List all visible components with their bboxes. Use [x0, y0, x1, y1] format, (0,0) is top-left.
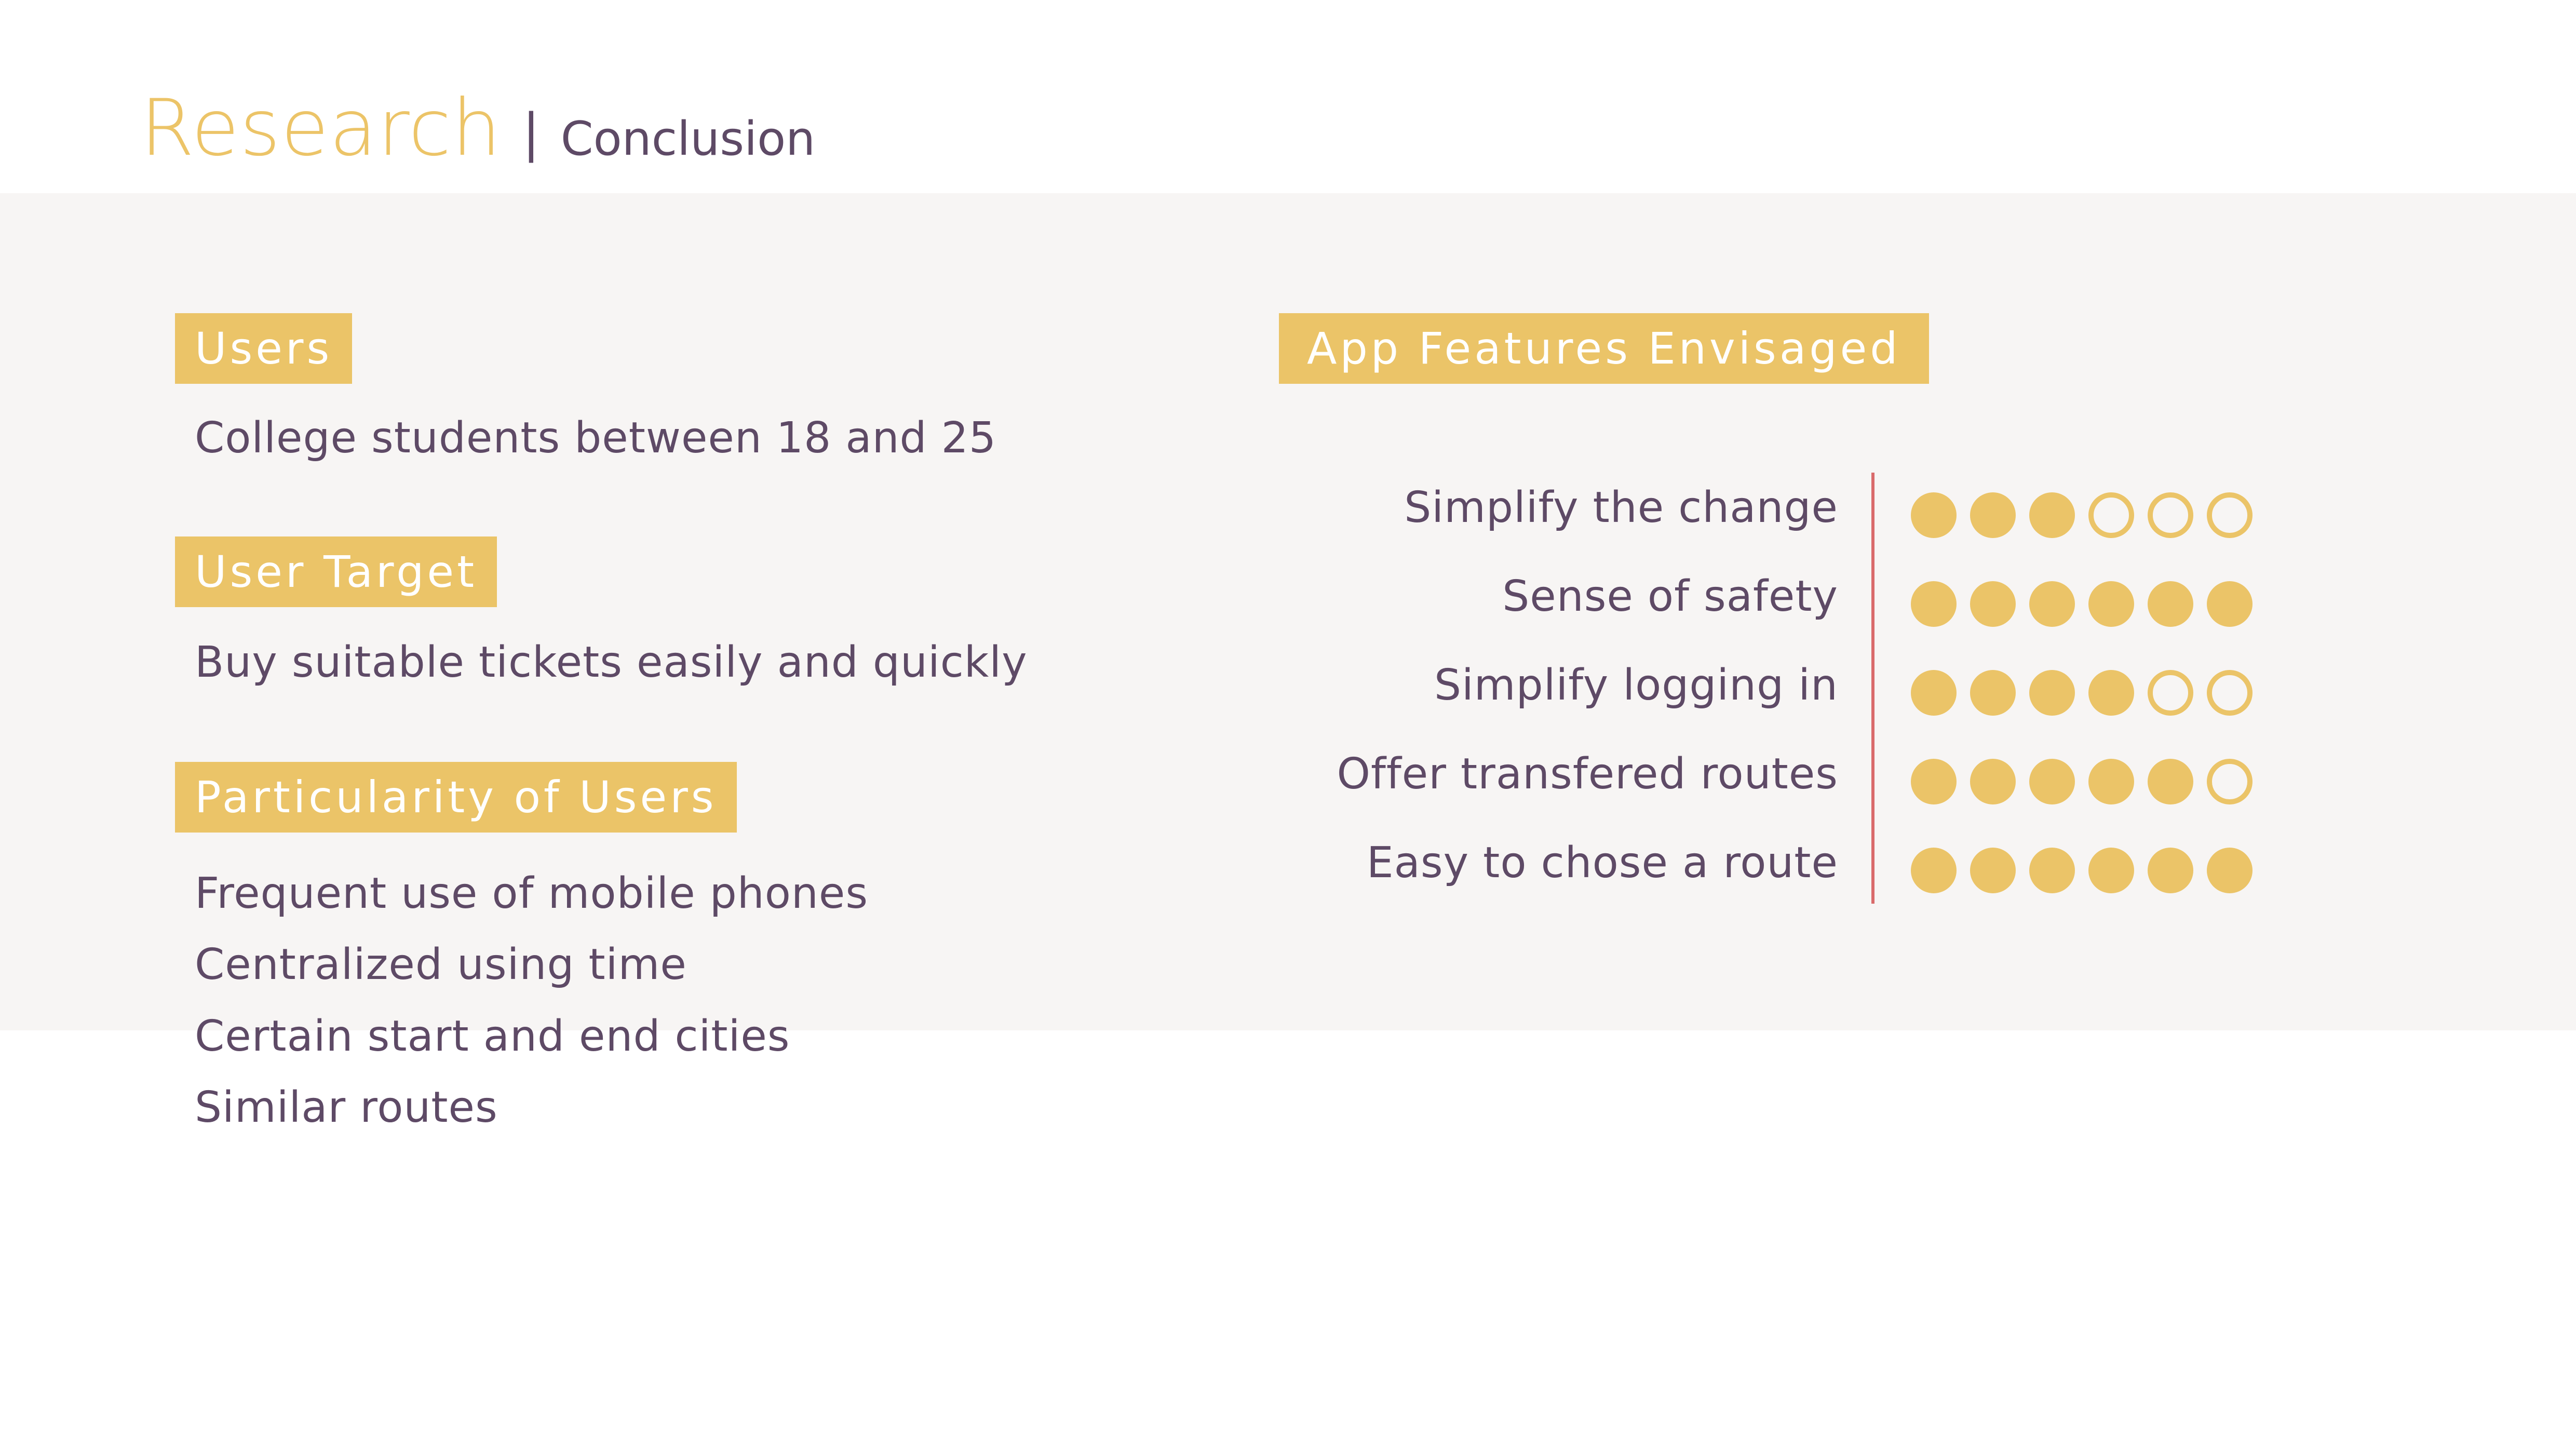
feature-rating — [1911, 848, 2253, 893]
particularity-tag: Particularity of Users — [175, 762, 737, 833]
particularity-item: Centralized using time — [195, 940, 687, 989]
filled-circle-icon — [1970, 670, 2016, 716]
filled-circle-icon — [2088, 670, 2134, 716]
filled-circle-icon — [1970, 581, 2016, 627]
filled-circle-icon — [2029, 670, 2075, 716]
feature-row: Sense of safety — [1298, 561, 2389, 650]
hollow-circle-icon — [2088, 492, 2134, 538]
filled-circle-icon — [2148, 581, 2193, 627]
hollow-circle-icon — [2207, 492, 2253, 538]
filled-circle-icon — [1911, 848, 1957, 893]
features-tag: App Features Envisaged — [1279, 313, 1929, 384]
particularity-item: Certain start and end cities — [195, 1012, 790, 1061]
particularity-item: Similar routes — [195, 1083, 498, 1132]
filled-circle-icon — [2207, 581, 2253, 627]
filled-circle-icon — [1911, 670, 1957, 716]
users-text: College students between 18 and 25 — [195, 413, 996, 463]
feature-row: Offer transfered routes — [1298, 739, 2389, 827]
feature-label: Offer transfered routes — [1337, 749, 1838, 799]
title-separator: | — [522, 102, 540, 163]
filled-circle-icon — [2029, 492, 2075, 538]
filled-circle-icon — [2029, 581, 2075, 627]
feature-label: Simplify logging in — [1434, 661, 1838, 710]
filled-circle-icon — [2088, 848, 2134, 893]
filled-circle-icon — [2088, 581, 2134, 627]
filled-circle-icon — [2088, 759, 2134, 804]
hollow-circle-icon — [2148, 492, 2193, 538]
feature-rating — [1911, 759, 2253, 804]
feature-label: Easy to chose a route — [1366, 838, 1838, 888]
user-target-tag: User Target — [175, 536, 497, 607]
filled-circle-icon — [1970, 848, 2016, 893]
filled-circle-icon — [1911, 759, 1957, 804]
filled-circle-icon — [2029, 759, 2075, 804]
filled-circle-icon — [2148, 848, 2193, 893]
feature-row: Simplify logging in — [1298, 650, 2389, 739]
feature-label: Sense of safety — [1502, 572, 1838, 621]
filled-circle-icon — [1911, 581, 1957, 627]
page-subtitle: Conclusion — [560, 112, 816, 166]
filled-circle-icon — [1911, 492, 1957, 538]
hollow-circle-icon — [2207, 759, 2253, 804]
filled-circle-icon — [2029, 848, 2075, 893]
filled-circle-icon — [1970, 492, 2016, 538]
feature-row: Simplify the change — [1298, 473, 2389, 561]
feature-row: Easy to chose a route — [1298, 828, 2389, 916]
feature-rating — [1911, 581, 2253, 627]
filled-circle-icon — [2148, 759, 2193, 804]
feature-rating — [1911, 670, 2253, 716]
particularity-item: Frequent use of mobile phones — [195, 869, 869, 918]
filled-circle-icon — [2207, 848, 2253, 893]
page-title: Research — [140, 83, 502, 173]
hollow-circle-icon — [2207, 670, 2253, 716]
feature-rating — [1911, 492, 2253, 538]
page-header: Research | Conclusion — [140, 83, 815, 177]
filled-circle-icon — [1970, 759, 2016, 804]
user-target-text: Buy suitable tickets easily and quickly — [195, 638, 1028, 687]
feature-label: Simplify the change — [1404, 483, 1838, 532]
hollow-circle-icon — [2148, 670, 2193, 716]
users-tag: Users — [175, 313, 353, 384]
